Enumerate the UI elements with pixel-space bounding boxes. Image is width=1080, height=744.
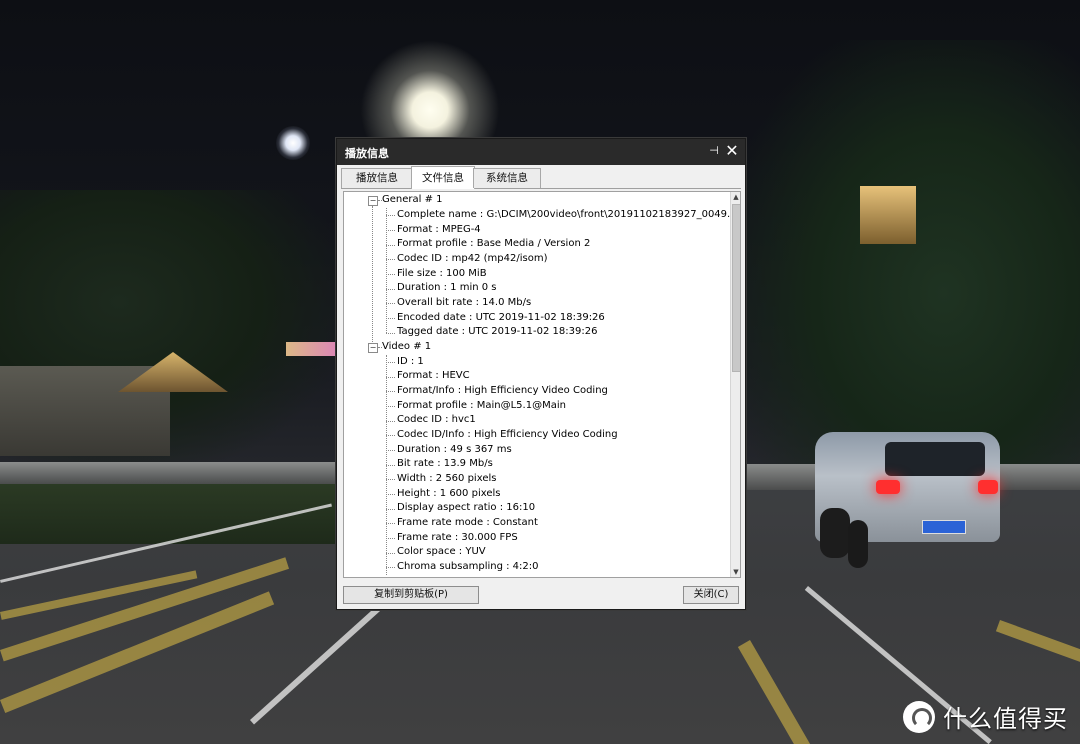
trees-right (740, 40, 1080, 500)
tree-item[interactable]: Bit rate : 13.9 Mb/s (397, 457, 493, 472)
tree-line (386, 333, 395, 334)
tree-line (386, 567, 395, 568)
tail-light (978, 480, 998, 494)
tree-line (386, 465, 395, 466)
collapse-toggle[interactable]: − (368, 343, 378, 353)
tree-line (386, 245, 395, 246)
tree-item[interactable]: ID : 1 (397, 355, 424, 370)
tree-item[interactable]: Width : 2 560 pixels (397, 472, 496, 487)
tree-item[interactable]: Chroma subsampling : 4:2:0 (397, 560, 539, 575)
tree-line (386, 538, 395, 539)
tree-line (386, 406, 395, 407)
close-button[interactable]: 关闭(C) (683, 586, 739, 604)
tree-item[interactable]: Format : MPEG-4 (397, 223, 481, 238)
dialog-title: 播放信息 (345, 147, 389, 160)
tree-item[interactable]: Complete name : G:\DCIM\200video\front\2… (397, 208, 740, 223)
scroll-up-arrow-icon[interactable]: ▲ (731, 192, 740, 202)
tree-item[interactable]: Format/Info : High Efficiency Video Codi… (397, 384, 608, 399)
tree-item[interactable]: Codec ID : mp42 (mp42/isom) (397, 252, 547, 267)
tree-line (386, 303, 395, 304)
tree-item[interactable]: Format profile : Main@L5.1@Main (397, 399, 566, 414)
tree-line (386, 435, 395, 436)
tree-item[interactable]: Overall bit rate : 14.0 Mb/s (397, 296, 531, 311)
tree-item[interactable]: Codec ID/Info : High Efficiency Video Co… (397, 428, 618, 443)
tree-item[interactable]: File size : 100 MiB (397, 267, 487, 282)
tree-line (386, 377, 395, 378)
titlebar[interactable]: 播放信息 ⊣ ✕ (337, 139, 745, 165)
pin-icon[interactable]: ⊣ (707, 144, 721, 158)
tree-line (386, 391, 395, 392)
lit-tower (860, 186, 916, 244)
tree-item[interactable]: Encoded date : UTC 2019-11-02 18:39:26 (397, 311, 605, 326)
collapse-toggle[interactable]: − (368, 196, 378, 206)
copy-to-clipboard-button[interactable]: 复制到剪贴板(P) (343, 586, 479, 604)
tree-line (372, 206, 373, 348)
tree-line (386, 509, 395, 510)
tree-item[interactable]: Frame rate : 30.000 FPS (397, 531, 518, 546)
vertical-scrollbar[interactable]: ▲ ▼ (730, 192, 740, 577)
guardrail-left (0, 462, 340, 484)
tree-line (386, 289, 395, 290)
tree-line (386, 274, 395, 275)
tree-line (386, 259, 395, 260)
scroll-thumb[interactable] (732, 204, 740, 372)
tree-line (386, 230, 395, 231)
tree-item[interactable]: Tagged date : UTC 2019-11-02 18:39:26 (397, 325, 597, 340)
tree-line (386, 318, 395, 319)
tree-group-general[interactable]: General # 1 (382, 193, 443, 208)
smzdm-logo-icon (903, 700, 935, 733)
tree-line (386, 479, 395, 480)
tab-bar: 播放信息 文件信息 系统信息 (341, 166, 741, 189)
tree-item[interactable]: Duration : 49 s 367 ms (397, 443, 512, 458)
tree-item[interactable]: Format profile : Base Media / Version 2 (397, 237, 590, 252)
tree-line (386, 215, 395, 216)
street-lamp (276, 126, 310, 160)
tree-line (386, 523, 395, 524)
tree-line (386, 450, 395, 451)
tree-line (386, 362, 395, 363)
watermark: 什么值得买 (903, 699, 1068, 734)
media-info-dialog: 播放信息 ⊣ ✕ 播放信息 文件信息 系统信息 − General # 1 Co… (336, 138, 746, 610)
tree-item[interactable]: Duration : 1 min 0 s (397, 281, 497, 296)
tree-item[interactable]: Color space : YUV (397, 545, 486, 560)
tab-file-info[interactable]: 文件信息 (411, 166, 475, 189)
tree-item[interactable]: Format : HEVC (397, 369, 470, 384)
info-tree: − General # 1 Complete name : G:\DCIM\20… (344, 192, 740, 577)
scroll-down-arrow-icon[interactable]: ▼ (731, 567, 740, 577)
tree-item[interactable]: Codec ID : hvc1 (397, 413, 476, 428)
watermark-text: 什么值得买 (943, 705, 1068, 733)
tree-line (386, 494, 395, 495)
tree-line (386, 553, 395, 554)
tree-line (386, 208, 387, 333)
tree-item[interactable]: Display aspect ratio : 16:10 (397, 501, 535, 516)
tree-item[interactable]: Frame rate mode : Constant (397, 516, 538, 531)
wheel (848, 520, 868, 568)
tab-system-info[interactable]: 系统信息 (473, 168, 541, 188)
file-info-panel: − General # 1 Complete name : G:\DCIM\20… (343, 191, 741, 578)
close-icon[interactable]: ✕ (724, 142, 740, 160)
neon-sign (286, 342, 336, 356)
tail-light (876, 480, 900, 494)
license-plate (922, 520, 966, 534)
tree-line (386, 421, 395, 422)
wheel (820, 508, 850, 558)
tab-playback-info[interactable]: 播放信息 (341, 168, 413, 188)
tree-group-video[interactable]: Video # 1 (382, 340, 431, 355)
tree-item[interactable]: Height : 1 600 pixels (397, 487, 500, 502)
car-rear-window (885, 442, 985, 476)
